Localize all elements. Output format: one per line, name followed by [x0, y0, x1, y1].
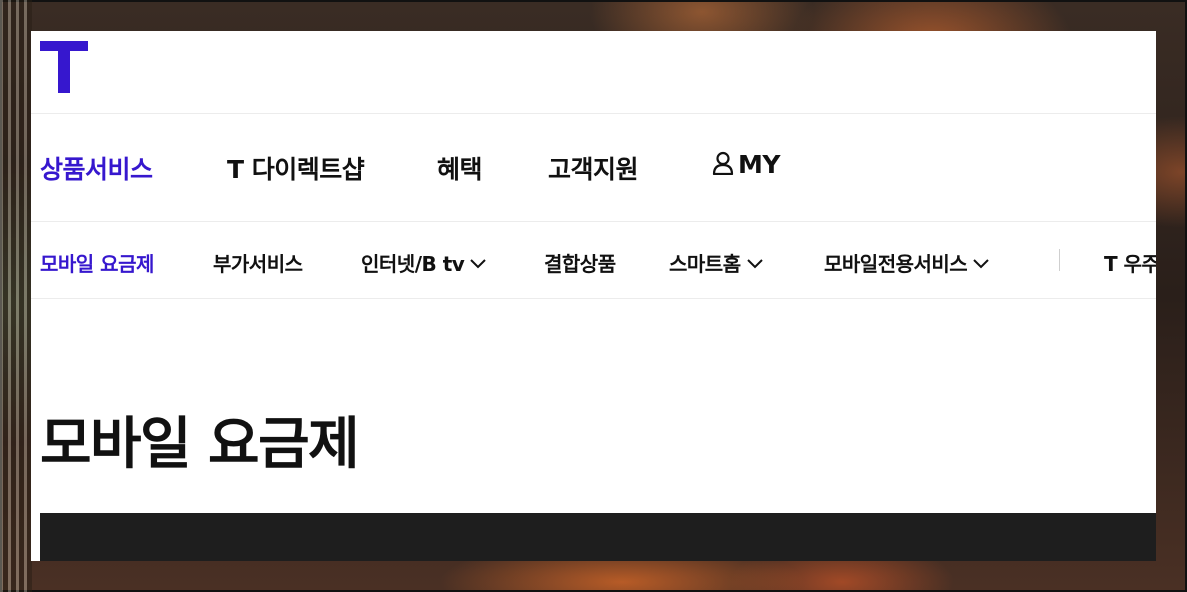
lnb-divider: [1059, 249, 1060, 271]
gnb-item-products-services[interactable]: 상품서비스: [40, 150, 153, 186]
sub-nav: 모바일 요금제 부가서비스 인터넷/B tv 결합상품 스마트홈 모바일전용서비…: [31, 222, 1156, 299]
gnb-item-customer-support[interactable]: 고객지원: [548, 150, 639, 186]
gnb-item-benefits[interactable]: 혜택: [437, 150, 483, 186]
lnb-item-internet-btv[interactable]: 인터넷/B tv: [361, 248, 487, 277]
lnb-item-t-universe[interactable]: T 우주: [1104, 248, 1156, 277]
dark-banner: [40, 513, 1156, 561]
lnb-item-mobile-only-services[interactable]: 모바일전용서비스: [824, 248, 989, 277]
t-logo[interactable]: [40, 41, 88, 93]
page-title: 모바일 요금제: [40, 412, 360, 477]
lnb-item-mobile-plans[interactable]: 모바일 요금제: [40, 248, 154, 277]
chevron-down-icon: [746, 259, 763, 269]
lnb-item-internet-btv-label: 인터넷/B tv: [361, 252, 465, 276]
chevron-down-icon: [470, 259, 487, 269]
global-nav: 상품서비스 T 다이렉트샵 혜택 고객지원 MY: [31, 114, 1156, 222]
header-logo-row: [31, 31, 1156, 114]
chevron-down-icon: [973, 259, 989, 269]
lnb-item-add-on-services[interactable]: 부가서비스: [213, 248, 303, 277]
gnb-item-my-label: MY: [738, 150, 780, 179]
lnb-item-bundle-products[interactable]: 결합상품: [544, 248, 616, 277]
background-photo-left-edge: [0, 0, 32, 592]
gnb-item-my[interactable]: MY: [712, 150, 780, 179]
browser-page: 상품서비스 T 다이렉트샵 혜택 고객지원 MY 모바일 요금제 부가서비스 인…: [31, 31, 1156, 561]
lnb-item-mobile-only-services-label: 모바일전용서비스: [824, 252, 968, 276]
lnb-item-smart-home[interactable]: 스마트홈: [669, 248, 763, 277]
gnb-item-t-direct-shop[interactable]: T 다이렉트샵: [227, 150, 365, 186]
user-icon: [712, 151, 734, 175]
lnb-item-smart-home-label: 스마트홈: [669, 252, 741, 276]
